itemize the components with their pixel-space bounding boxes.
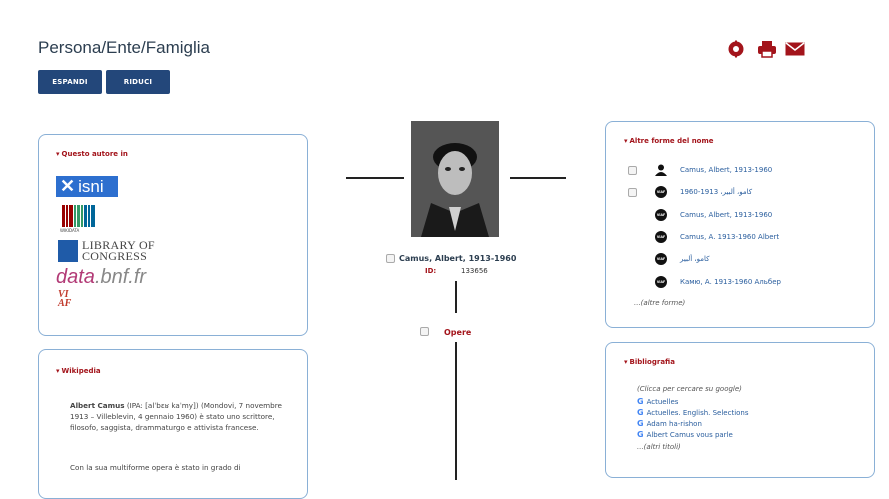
person-icon — [655, 164, 667, 176]
name-variants-panel — [605, 121, 875, 328]
viaf-icon: VIAF — [655, 209, 667, 221]
wikipedia-title[interactable]: Wikipedia — [56, 367, 101, 375]
bibliography-item-label: Adam ha-rishon — [646, 419, 702, 428]
viaf-logo[interactable]: VI AF — [58, 290, 72, 309]
variant-checkbox[interactable] — [628, 166, 637, 175]
loc-line-2: CONGRESS — [82, 249, 148, 263]
google-icon: G — [637, 397, 644, 406]
bibliography-title[interactable]: Bibliografia — [624, 358, 675, 366]
variant-checkbox[interactable] — [628, 188, 637, 197]
author-name[interactable]: Camus, Albert, 1913-1960 — [399, 254, 516, 263]
opere-label[interactable]: Opere — [444, 328, 471, 337]
bibliography-item[interactable]: G Actuelles. English. Selections — [637, 407, 749, 418]
google-icon: G — [637, 408, 644, 417]
settings-icon[interactable] — [726, 40, 746, 58]
opere-checkbox[interactable] — [420, 327, 429, 336]
isni-logo[interactable]: ✕ isni — [56, 176, 118, 197]
print-icon[interactable] — [757, 40, 777, 58]
variant-name[interactable]: Камю, А. 1913-1960 Альбер — [680, 278, 781, 286]
connector-down-1 — [455, 281, 457, 313]
name-variants-title[interactable]: Altre forme del nome — [624, 137, 714, 145]
viaf-icon: VIAF — [655, 231, 667, 243]
bibliography-item-label: Albert Camus vous parle — [646, 430, 733, 439]
connector-down-2 — [455, 342, 457, 480]
reduce-button[interactable]: RIDUCI — [106, 70, 170, 94]
bnf-logo-part-a: data — [56, 266, 95, 288]
more-variants-link[interactable]: ...(altre forme) — [634, 299, 685, 307]
variant-name[interactable]: 1960-1913 ،كامو، ألبير — [680, 188, 752, 196]
viaf-icon: VIAF — [655, 276, 667, 288]
more-titles-link[interactable]: ...(altri titoli) — [637, 443, 681, 451]
variant-name[interactable]: Camus, A. 1913-1960 Albert — [680, 233, 779, 241]
wikidata-logo[interactable] — [62, 205, 96, 227]
author-photo — [411, 121, 499, 237]
wikipedia-subject-name: Albert Camus — [70, 401, 125, 410]
wikipedia-text-2: Con la sua multiforme opera è stato in g… — [70, 463, 241, 472]
bibliography-item-label: Actuelles — [646, 397, 679, 406]
author-checkbox[interactable] — [386, 254, 395, 263]
google-icon: G — [637, 419, 644, 428]
viaf-icon: VIAF — [655, 253, 667, 265]
author-id-label: ID: — [425, 267, 437, 275]
email-icon[interactable] — [785, 40, 805, 58]
author-id-value: 133656 — [461, 267, 488, 275]
bibliography-item-label: Actuelles. English. Selections — [646, 408, 749, 417]
wikipedia-summary: Albert Camus (IPA: [alˈbɛʁ kaˈmy]) (Mond… — [70, 400, 285, 433]
viaf-icon: VIAF — [655, 186, 667, 198]
bibliography-hint: (Clicca per cercare su google) — [637, 385, 742, 393]
variant-name[interactable]: Camus, Albert, 1913-1960 — [680, 166, 772, 174]
bibliography-item[interactable]: G Albert Camus vous parle — [637, 429, 733, 440]
variant-name[interactable]: Camus, Albert, 1913-1960 — [680, 211, 772, 219]
google-icon: G — [637, 430, 644, 439]
authority-links-panel — [38, 134, 308, 336]
loc-book-icon[interactable] — [58, 240, 78, 262]
page-title: Persona/Ente/Famiglia — [38, 38, 210, 57]
authority-links-title[interactable]: Questo autore in — [56, 150, 128, 158]
expand-button[interactable]: ESPANDI — [38, 70, 102, 94]
bibliography-item[interactable]: G Adam ha-rishon — [637, 418, 702, 429]
isni-logo-text: isni — [78, 176, 104, 196]
variant-name[interactable]: كامو، ألبير — [680, 255, 709, 263]
wikidata-logo-text: WIKIDATA — [60, 228, 80, 233]
data-bnf-logo[interactable]: data.bnf.fr — [56, 266, 146, 289]
isni-x-icon: ✕ — [60, 176, 76, 196]
viaf-line-2: AF — [58, 298, 72, 309]
bibliography-item[interactable]: G Actuelles — [637, 396, 678, 407]
bnf-logo-part-b: .bnf.fr — [94, 266, 147, 288]
library-of-congress-logo[interactable]: LIBRARY OF CONGRESS — [82, 239, 155, 263]
connector-right — [510, 177, 566, 179]
connector-left — [346, 177, 404, 179]
